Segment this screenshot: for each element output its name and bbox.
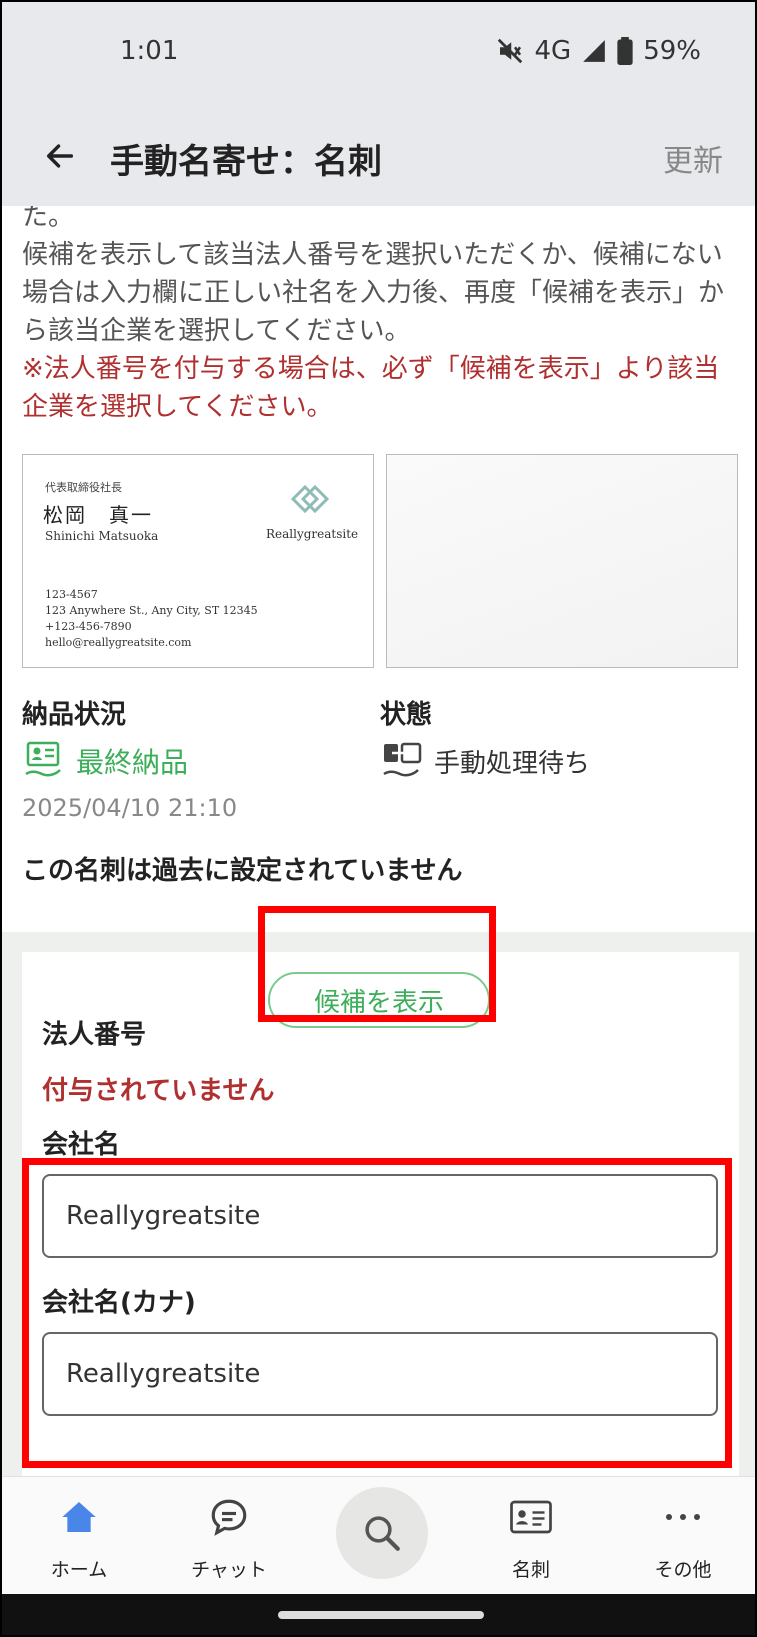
search-fab[interactable] bbox=[336, 1487, 428, 1579]
corp-number-label: 法人番号 bbox=[42, 1020, 147, 1050]
nav-other-label: その他 bbox=[654, 1559, 712, 1581]
instructions-line0: た。 bbox=[22, 206, 75, 232]
history-notice: この名刺は過去に設定されていません bbox=[22, 856, 463, 886]
instructions: た。 候補を表示して該当法人番号を選択いただくか、候補にない場合は入力欄に正しい… bbox=[22, 206, 737, 426]
status-bar: 1:01 4G 59% bbox=[2, 2, 755, 106]
card-phone: +123-456-7890 bbox=[45, 620, 132, 633]
delivery-datetime: 2025/04/10 21:10 bbox=[22, 794, 238, 822]
nav-chat[interactable]: チャット bbox=[174, 1477, 284, 1597]
back-button[interactable] bbox=[36, 132, 84, 180]
main-content: た。 候補を表示して該当法人番号を選択いただくか、候補にない場合は入力欄に正しい… bbox=[2, 206, 755, 1476]
refresh-button[interactable]: 更新 bbox=[663, 136, 723, 180]
instructions-body: 候補を表示して該当法人番号を選択いただくか、候補にない場合は入力欄に正しい社名を… bbox=[22, 240, 725, 346]
card-brand: Reallygreatsite bbox=[266, 527, 359, 541]
card-name-roman: Shinichi Matsuoka bbox=[45, 529, 159, 543]
status-time: 1:01 bbox=[120, 36, 179, 66]
state-value: 手動処理待ち bbox=[434, 748, 591, 779]
card-email: hello@reallygreatsite.com bbox=[45, 636, 192, 649]
nav-home[interactable]: ホーム bbox=[24, 1477, 134, 1597]
brand-logo-icon bbox=[290, 484, 330, 514]
mute-icon bbox=[495, 36, 525, 66]
card-postal: 123-4567 bbox=[45, 588, 98, 601]
highlight-box-candidates bbox=[258, 906, 496, 1022]
chat-icon bbox=[211, 1499, 247, 1536]
more-icon bbox=[666, 1514, 700, 1520]
bottom-nav: ホーム チャット 名刺 その他 bbox=[2, 1476, 755, 1596]
state-label: 状態 bbox=[380, 700, 433, 730]
page-title: 手動名寄せ：名刺 bbox=[110, 142, 382, 182]
delivery-card-icon bbox=[25, 741, 61, 777]
app-bar: 手動名寄せ：名刺 更新 bbox=[2, 106, 755, 206]
status-icons: 4G 59% bbox=[495, 36, 701, 66]
nav-home-label: ホーム bbox=[50, 1559, 108, 1581]
corp-number-value: 付与されていません bbox=[42, 1076, 275, 1106]
highlight-box-company bbox=[22, 1158, 732, 1468]
state-status: 手動処理待ち bbox=[382, 740, 590, 782]
nav-card-label: 名刺 bbox=[511, 1559, 550, 1581]
delivery-value: 最終納品 bbox=[76, 746, 189, 779]
nav-chat-label: チャット bbox=[191, 1559, 267, 1581]
card-name: 松岡 真一 bbox=[43, 503, 153, 527]
phone-frame: 1:01 4G 59% 手動名寄せ：名刺 更新 た。 候補を表示して該当法人番号… bbox=[0, 0, 757, 1637]
arrow-left-icon bbox=[46, 144, 74, 168]
delivery-status: 最終納品 bbox=[24, 740, 188, 782]
home-gesture-bar[interactable] bbox=[278, 1611, 484, 1619]
card-address: 123 Anywhere St., Any City, ST 12345 bbox=[45, 604, 258, 617]
nav-other[interactable]: その他 bbox=[628, 1477, 738, 1597]
instructions-warning: ※法人番号を付与する場合は、必ず「候補を表示」より該当企業を選択してください。 bbox=[22, 354, 720, 422]
business-card-front[interactable]: 代表取締役社長 松岡 真一 Shinichi Matsuoka Reallygr… bbox=[22, 454, 374, 668]
card-title: 代表取締役社長 bbox=[45, 481, 122, 494]
card-contact: 123-4567 123 Anywhere St., Any City, ST … bbox=[45, 587, 258, 651]
business-card-back[interactable] bbox=[386, 454, 738, 668]
battery-percent: 59% bbox=[643, 36, 701, 66]
business-card-icon bbox=[510, 1500, 552, 1534]
manual-process-icon bbox=[383, 742, 422, 777]
battery-icon bbox=[617, 37, 633, 65]
search-icon bbox=[365, 1516, 400, 1551]
company-name-label: 会社名 bbox=[42, 1130, 121, 1160]
nav-card[interactable]: 名刺 bbox=[476, 1477, 586, 1597]
system-nav-bar bbox=[2, 1594, 755, 1635]
signal-icon bbox=[581, 38, 607, 64]
network-label: 4G bbox=[534, 36, 572, 66]
delivery-label: 納品状況 bbox=[22, 700, 127, 730]
home-icon bbox=[62, 1502, 96, 1532]
